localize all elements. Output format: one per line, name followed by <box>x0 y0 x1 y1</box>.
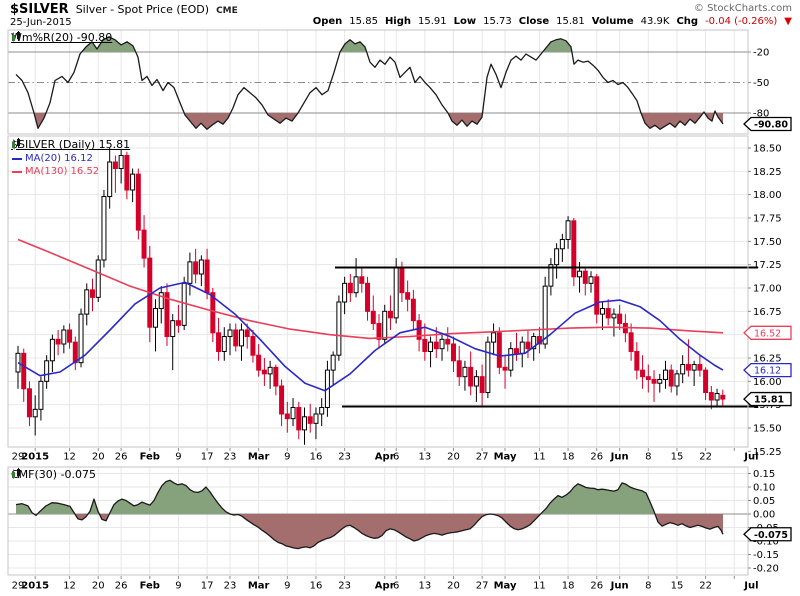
date-tick-label: 20 <box>447 452 460 463</box>
date-tick-label: 26 <box>115 452 128 463</box>
candlesticks <box>15 148 726 445</box>
value-tag-label: -0.075 <box>754 530 788 541</box>
date-tick-label: 22 <box>699 581 712 592</box>
axis-tick-label: 17.25 <box>753 260 782 271</box>
date-tick-label: Feb <box>140 452 160 463</box>
date-tick-label: 26 <box>590 452 603 463</box>
date-tick-label: 9 <box>175 452 181 463</box>
wmr-label-text: Wm%R(20) -90.80 <box>11 31 113 44</box>
date-tick-label: 22 <box>699 452 712 463</box>
date-tick-label: 18 <box>562 452 575 463</box>
date-tick-label: 23 <box>338 452 351 463</box>
ma130-legend: MA(130) 16.52 <box>12 166 99 177</box>
date-tick-label: 13 <box>418 452 431 463</box>
date-tick-label: 23 <box>224 581 237 592</box>
main-legend-symbol: $SILVER (Daily) 15.81 <box>11 138 131 151</box>
date-tick-label: Mar <box>248 581 270 592</box>
wmr-panel-label: Wm%R(20) -90.80 <box>11 31 112 44</box>
date-tick-label: 15 <box>671 581 684 592</box>
axis-tick-label: 18.25 <box>753 167 782 178</box>
axis-tick-label: 0.15 <box>753 469 775 480</box>
main-panel-label: $SILVER (Daily) 15.81 <box>11 138 130 151</box>
date-tick-label: 20 <box>447 581 460 592</box>
date-tick-label: 9 <box>284 581 290 592</box>
axis-tick-label: -50 <box>753 78 769 89</box>
date-tick-label: 17 <box>201 452 214 463</box>
date-tick-label: 12 <box>63 581 76 592</box>
date-tick-label: 18 <box>562 581 575 592</box>
value-tag-label: 16.12 <box>754 366 781 377</box>
axis-tick-label: 18.50 <box>753 144 782 155</box>
date-tick-label: 16 <box>310 581 323 592</box>
date-tick-label: 11 <box>533 452 546 463</box>
date-tick-label: Feb <box>140 581 160 592</box>
axis-tick-label: -0.15 <box>753 550 779 561</box>
cmf-panel-label: CMF(30) -0.075 <box>11 468 96 481</box>
axis-tick-label: 16.25 <box>753 354 782 365</box>
axis-tick-label: 0.05 <box>753 496 775 507</box>
date-tick-label: 12 <box>63 452 76 463</box>
date-tick-label: 23 <box>224 452 237 463</box>
axis-tick-label: 16.75 <box>753 307 782 318</box>
date-tick-label: May <box>494 452 517 463</box>
date-tick-label: Apr <box>375 581 395 592</box>
ma20-line-swatch <box>12 157 22 160</box>
date-tick-label: 9 <box>175 581 181 592</box>
cmf-label-text: CMF(30) -0.075 <box>11 468 97 481</box>
date-tick-label: May <box>494 581 517 592</box>
date-tick-label: Jul <box>743 581 758 592</box>
date-tick-label: Apr <box>375 452 395 463</box>
axis-tick-label: 15.25 <box>753 447 782 458</box>
axis-tick-label: -0.20 <box>753 564 779 575</box>
sharpchart-icon <box>12 468 20 479</box>
date-tick-label: 2015 <box>21 581 49 592</box>
date-tick-label: 16 <box>310 452 323 463</box>
axis-tick-label: 18.00 <box>753 190 782 201</box>
axis-tick-label: 15.50 <box>753 424 782 435</box>
stockcharts-chart-page: $SILVER Silver - Spot Price (EOD) CME © … <box>0 0 800 596</box>
date-tick-label: 6 <box>393 452 399 463</box>
axis-tick-label: 17.00 <box>753 284 782 295</box>
value-tag-label: -90.80 <box>754 119 788 130</box>
axis-tick-label: 0.00 <box>753 510 775 521</box>
date-tick-label: 20 <box>92 581 105 592</box>
axis-tick-label: 16.00 <box>753 377 782 388</box>
value-tag-label: 15.81 <box>754 395 784 406</box>
date-tick-label: 8 <box>645 581 651 592</box>
date-tick-label: 26 <box>590 581 603 592</box>
date-tick-label: Jun <box>610 452 629 463</box>
date-tick-label: 23 <box>338 581 351 592</box>
sharpchart-icon <box>12 138 20 149</box>
date-tick-label: 15 <box>671 452 684 463</box>
date-tick-label: 11 <box>533 581 546 592</box>
axis-tick-label: 17.50 <box>753 237 782 248</box>
axis-tick-label: -20 <box>753 48 769 59</box>
value-tag-label: 16.52 <box>754 328 781 339</box>
date-tick-label: 20 <box>92 452 105 463</box>
wmr-series <box>15 36 724 130</box>
ma130-legend-text: MA(130) 16.52 <box>25 166 100 177</box>
date-tick-label: Mar <box>248 452 270 463</box>
date-tick-label: 27 <box>476 581 489 592</box>
date-tick-label: 26 <box>115 581 128 592</box>
ma130-line-swatch <box>12 170 22 173</box>
date-tick-label: 6 <box>393 581 399 592</box>
ma20-legend: MA(20) 16.12 <box>12 153 93 164</box>
date-tick-label: 9 <box>284 452 290 463</box>
axis-tick-label: 0.10 <box>753 483 775 494</box>
axis-tick-label: 17.75 <box>753 214 782 225</box>
date-tick-label: 17 <box>201 581 214 592</box>
date-tick-label: Jun <box>610 581 629 592</box>
date-tick-label: 2015 <box>21 452 49 463</box>
date-tick-label: 27 <box>476 452 489 463</box>
chart-canvas: 292015 12 20 26 Feb 9 17 23 Mar 9 16 23 Apr6 13 20 27 Ma… <box>7 29 792 592</box>
sharpchart-icon <box>12 31 20 42</box>
ma20-legend-text: MA(20) 16.12 <box>25 153 93 164</box>
date-tick-label: 8 <box>645 452 651 463</box>
date-tick-label: 13 <box>418 581 431 592</box>
